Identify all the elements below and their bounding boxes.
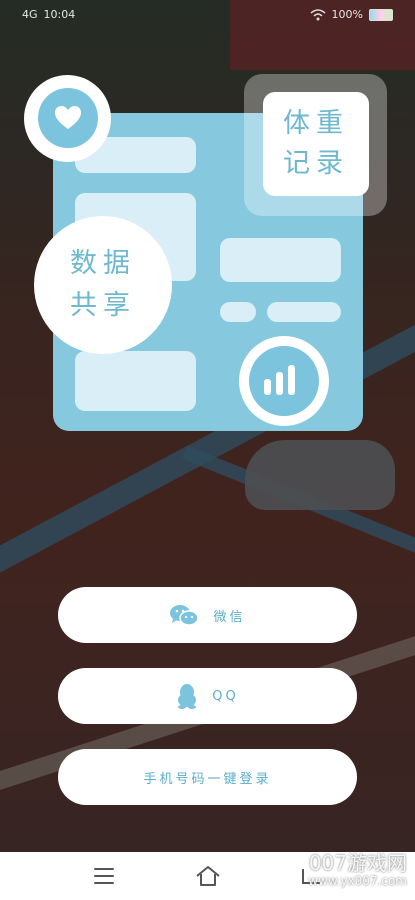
wechat-icon xyxy=(170,605,200,626)
weight-title-line1: 体重 xyxy=(283,108,349,139)
bar-chart-bar xyxy=(264,379,271,395)
heart-icon xyxy=(55,106,81,129)
share-title-line1: 数据 xyxy=(70,248,136,279)
watermark-url: www.yx007.com xyxy=(308,874,407,888)
qq-penguin-icon xyxy=(178,684,197,709)
qq-login-label: QQ xyxy=(212,688,239,704)
card-block xyxy=(220,238,341,282)
status-left: 4G 10:04 xyxy=(22,8,75,21)
heart-badge-inner xyxy=(38,88,98,148)
bar-chart-bar xyxy=(276,372,283,395)
share-title-line2: 共享 xyxy=(70,290,136,321)
status-time: 10:04 xyxy=(43,8,76,21)
status-bar: 4G 10:04 100% xyxy=(0,0,415,30)
home-icon[interactable] xyxy=(195,865,221,887)
battery-percent: 100% xyxy=(331,8,363,21)
signal-indicator: 4G xyxy=(22,8,38,21)
weight-title-line2: 记录 xyxy=(283,148,349,179)
card-block xyxy=(220,302,256,322)
weight-record-label: 体重 记录 xyxy=(263,92,369,196)
watermark-title: 007游戏网 xyxy=(308,851,407,875)
battery-icon xyxy=(369,8,393,21)
wechat-login-label: 微信 xyxy=(213,609,246,625)
status-right: 100% xyxy=(310,8,393,21)
watermark: 007游戏网 www.yx007.com xyxy=(308,852,407,888)
qq-login-button[interactable]: QQ xyxy=(58,668,357,724)
bar-chart-bar xyxy=(288,365,295,395)
wifi-icon xyxy=(310,8,326,20)
bar-chart-icon xyxy=(249,346,319,416)
wechat-login-button[interactable]: 微信 xyxy=(58,587,357,643)
card-block xyxy=(75,351,196,411)
phone-one-click-login-button[interactable]: 手机号码一键登录 xyxy=(58,749,357,805)
data-share-badge: 数据 共享 xyxy=(34,216,172,354)
phone-login-label: 手机号码一键登录 xyxy=(143,771,272,787)
menu-icon[interactable] xyxy=(94,868,114,884)
card-block xyxy=(267,302,341,322)
